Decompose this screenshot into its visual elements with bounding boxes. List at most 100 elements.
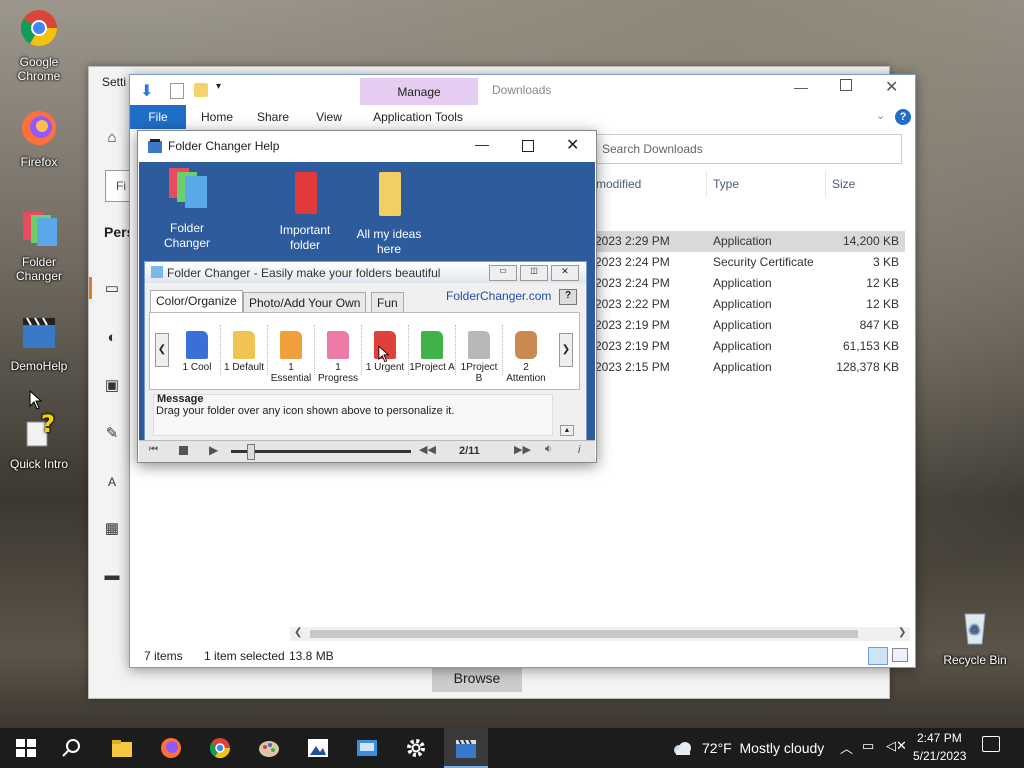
tab-color-organize[interactable]: Color/Organize <box>150 290 243 313</box>
lock-screen-icon[interactable]: ▣ <box>103 377 121 395</box>
file-row[interactable]: 2023 2:15 PM Application 128,378 KB <box>595 357 905 378</box>
down-arrow-icon[interactable]: ⬇ <box>140 81 153 101</box>
help-icon-ideas-folder[interactable]: All my ideas here <box>353 166 425 257</box>
tab-view[interactable]: View <box>306 105 352 129</box>
clapperboard-icon[interactable] <box>454 736 478 760</box>
folder-label: 1 Essential <box>270 362 312 384</box>
chevron-up-icon[interactable]: ︿ <box>840 738 853 757</box>
file-row[interactable]: 2023 2:19 PM Application 847 KB <box>595 315 905 336</box>
skip-back-icon[interactable]: ⏮ <box>149 444 158 455</box>
volume-icon[interactable]: 🔉︎ <box>545 443 552 456</box>
paint-icon[interactable] <box>257 736 281 760</box>
minimize-icon[interactable]: ▭ <box>489 265 517 281</box>
photo-app-icon[interactable] <box>306 736 330 760</box>
file-explorer-icon[interactable] <box>110 736 134 760</box>
themes-icon[interactable]: ✎ <box>103 425 121 443</box>
close-icon[interactable]: ✕ <box>885 77 898 97</box>
player-track[interactable] <box>231 450 411 453</box>
start-icon[interactable] <box>14 736 38 760</box>
folder-option[interactable]: 1Project B <box>456 325 503 384</box>
stop-icon[interactable] <box>179 446 188 455</box>
control-panel-icon[interactable] <box>355 736 379 760</box>
desktop-icon-demohelp[interactable]: DemoHelp <box>8 310 70 373</box>
taskbar-icon[interactable]: ▬ <box>103 567 121 585</box>
folder-option[interactable]: 1 Progress <box>315 325 362 384</box>
previous-icon[interactable]: ◀◀ <box>419 443 436 456</box>
scroll-left-icon[interactable]: ❮ <box>294 627 302 638</box>
desktop-icon-firefox[interactable]: Firefox <box>8 106 70 169</box>
tab-share[interactable]: Share <box>250 105 296 129</box>
folder-option[interactable]: 1 Default <box>221 325 268 375</box>
close-icon[interactable]: ✕ <box>551 265 579 281</box>
network-icon[interactable]: ▭ <box>862 738 874 754</box>
weather-text[interactable]: 72°F Mostly cloudy <box>702 740 824 756</box>
mouse-pointer-icon <box>29 390 43 410</box>
close-icon[interactable]: ✕ <box>566 135 579 155</box>
scroll-thumb[interactable] <box>310 630 858 638</box>
minimize-icon[interactable]: — <box>794 79 808 95</box>
details-view-icon[interactable] <box>868 647 888 665</box>
search-icon[interactable] <box>60 736 84 760</box>
file-row[interactable]: 2023 2:29 PM Application 14,200 KB <box>595 231 905 252</box>
tab-fun[interactable]: Fun <box>371 292 404 313</box>
collapse-message-button[interactable]: ▲ <box>560 425 574 436</box>
folder-option[interactable]: 1Project A <box>409 325 456 375</box>
clock-time[interactable]: 2:47 PM <box>917 731 962 745</box>
file-row[interactable]: 2023 2:24 PM Application 12 KB <box>595 273 905 294</box>
firefox-icon[interactable] <box>159 736 183 760</box>
play-icon[interactable]: ▶ <box>209 443 218 457</box>
help-icon[interactable]: ? <box>895 109 911 125</box>
palette-prev-button[interactable]: ❮ <box>155 333 169 367</box>
tab-application-tools[interactable]: Application Tools <box>362 105 474 129</box>
customize-icon[interactable]: ▾ <box>216 81 221 92</box>
tab-home[interactable]: Home <box>192 105 242 129</box>
home-icon[interactable]: ⌂ <box>103 129 121 147</box>
fonts-icon[interactable]: A <box>103 473 121 491</box>
maximize-icon[interactable] <box>840 79 852 91</box>
gear-icon[interactable] <box>404 736 428 760</box>
folder-option[interactable]: 2 Attention <box>503 325 549 384</box>
folderchanger-link[interactable]: FolderChanger.com <box>446 289 551 303</box>
properties-icon[interactable] <box>170 83 184 99</box>
column-header-type[interactable]: Type <box>713 177 739 191</box>
player-thumb[interactable] <box>247 444 255 460</box>
start-icon[interactable]: ▦ <box>103 520 121 538</box>
desktop-icon-chrome[interactable]: Google Chrome <box>8 6 70 83</box>
file-row[interactable]: 2023 2:22 PM Application 12 KB <box>595 294 905 315</box>
colors-icon[interactable]: ◐ <box>103 329 121 347</box>
inner-help-button[interactable]: ? <box>559 289 577 305</box>
new-folder-icon[interactable] <box>194 83 208 97</box>
folder-option[interactable]: 1 Essential <box>268 325 315 384</box>
large-icons-view-icon[interactable] <box>892 648 908 662</box>
file-row[interactable]: 2023 2:24 PM Security Certificate 3 KB <box>595 252 905 273</box>
palette-next-button[interactable]: ❯ <box>559 333 573 367</box>
notifications-icon[interactable] <box>982 736 1000 752</box>
manage-tab[interactable]: Manage <box>360 78 478 105</box>
chrome-icon[interactable] <box>208 736 232 760</box>
minimize-icon[interactable]: — <box>475 136 489 152</box>
ribbon-expand-icon[interactable]: ⌄ <box>876 109 885 122</box>
tab-file[interactable]: File <box>130 105 186 129</box>
desktop-icon-folder-changer[interactable]: Folder Changer <box>8 206 70 283</box>
maximize-icon[interactable] <box>522 140 534 152</box>
next-icon[interactable]: ▶▶ <box>514 443 531 456</box>
help-icon-folder-changer[interactable]: Folder Changer <box>155 166 219 251</box>
scroll-right-icon[interactable]: ❯ <box>898 627 906 638</box>
desktop-icon-recycle-bin[interactable]: ♻ Recycle Bin <box>942 604 1008 667</box>
info-icon[interactable]: i <box>578 444 580 456</box>
folder-option[interactable]: 1 Cool <box>174 325 221 375</box>
desktop-icon-quick-intro[interactable]: ? Quick Intro <box>8 408 70 471</box>
column-header-modified[interactable]: modified <box>596 177 641 191</box>
browse-button[interactable]: Browse <box>432 664 522 692</box>
search-input[interactable]: Search Downloads <box>595 134 902 164</box>
help-icon-important-folder[interactable]: Important folder <box>273 166 337 253</box>
message-panel: Message Drag your folder over any icon s… <box>153 393 553 436</box>
restore-icon[interactable]: ◫ <box>520 265 548 281</box>
volume-muted-icon[interactable]: ◁✕ <box>886 738 907 754</box>
horizontal-scrollbar[interactable]: ❮ ❯ <box>290 627 910 641</box>
file-row[interactable]: 2023 2:19 PM Application 61,153 KB <box>595 336 905 357</box>
column-header-size[interactable]: Size <box>832 177 855 191</box>
background-icon[interactable]: ▭ <box>103 280 121 298</box>
clock-date[interactable]: 5/21/2023 <box>913 749 966 763</box>
tab-photo-add-your-own[interactable]: Photo/Add Your Own <box>243 292 367 313</box>
